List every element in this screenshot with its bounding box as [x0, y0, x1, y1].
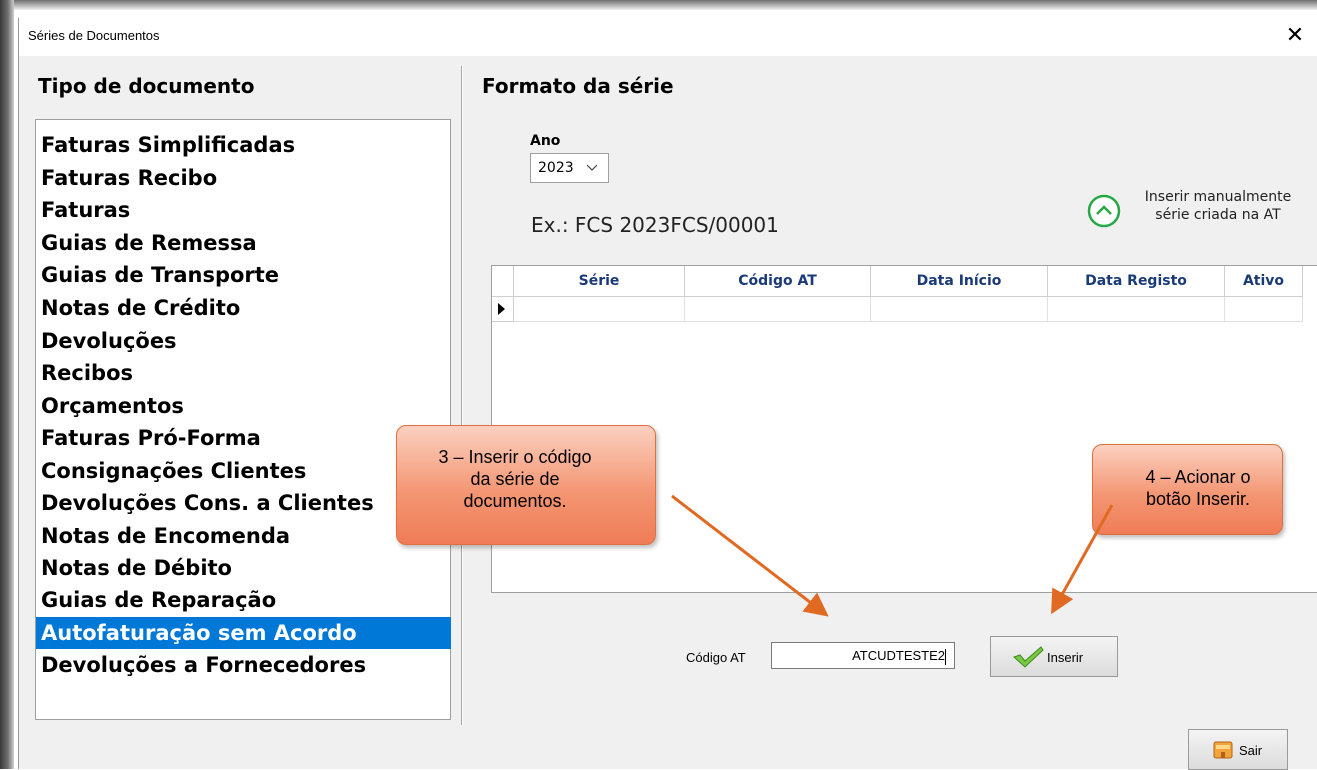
sair-label: Sair	[1239, 743, 1263, 758]
sair-button[interactable]: Sair	[1188, 729, 1288, 770]
doc-type-item[interactable]: Guias de Transporte	[36, 259, 450, 291]
doc-type-heading: Tipo de documento	[38, 74, 255, 98]
grid-cell[interactable]	[871, 297, 1048, 322]
doc-type-item[interactable]: Notas de Débito	[36, 552, 450, 584]
doc-type-item[interactable]: Faturas Pró-Forma	[36, 422, 450, 454]
doc-type-item[interactable]: Faturas Recibo	[36, 162, 450, 194]
doc-type-item[interactable]: Orçamentos	[36, 390, 450, 422]
series-format-heading: Formato da série	[482, 74, 674, 98]
doc-type-item[interactable]: Devoluções	[36, 325, 450, 357]
manual-insert-line2: série criada na AT	[1155, 207, 1281, 223]
grid-cell[interactable]	[514, 297, 685, 322]
grid-header: Série Código AT Data Início Data Registo…	[492, 266, 1303, 297]
inserir-button[interactable]: Inserir	[990, 636, 1118, 677]
grid-header-corner	[492, 266, 514, 297]
window-shadow-left	[0, 0, 14, 769]
year-value: 2023	[538, 160, 574, 176]
window-shadow-top	[0, 0, 1317, 10]
series-example: Ex.: FCS 2023FCS/00001	[531, 213, 779, 237]
codigo-at-label: Código AT	[686, 650, 746, 665]
grid-header-serie[interactable]: Série	[514, 266, 685, 297]
grid-header-ativo[interactable]: Ativo	[1225, 266, 1303, 297]
doc-type-item[interactable]: Devoluções a Fornecedores	[36, 649, 450, 681]
doc-type-item[interactable]: Faturas Simplificadas	[36, 129, 450, 161]
manual-insert-line1: Inserir manualmente	[1144, 189, 1292, 205]
inserir-label: Inserir	[1047, 650, 1084, 665]
text-caret	[945, 648, 946, 665]
doc-type-item[interactable]: Guias de Remessa	[36, 227, 450, 259]
callout-step-3-line3: documentos.	[463, 491, 567, 511]
exit-door-icon	[1213, 741, 1233, 759]
chevron-down-icon	[586, 159, 598, 178]
grid-cell[interactable]	[1225, 297, 1303, 322]
callout-step-3-line2: da série de	[470, 469, 560, 489]
grid-header-codigo-at[interactable]: Código AT	[685, 266, 871, 297]
manual-insert-label: Inserir manualmente série criada na AT	[1128, 188, 1308, 224]
close-icon[interactable]: ✕	[1272, 20, 1317, 52]
callout-step-4-line2: botão Inserir.	[1145, 489, 1251, 509]
codigo-at-input[interactable]: ATCUDTESTE2	[771, 642, 955, 669]
manual-insert-toggle[interactable]: Inserir manualmente série criada na AT	[1086, 188, 1312, 236]
callout-step-4-text: 4 – Acionar o botão Inserir.	[1113, 466, 1283, 510]
grid-cell[interactable]	[1048, 297, 1225, 322]
codigo-at-value: ATCUDTESTE2	[852, 648, 945, 663]
callout-step-4: 4 – Acionar o botão Inserir.	[1092, 444, 1283, 535]
grid-header-data-registo[interactable]: Data Registo	[1048, 266, 1225, 297]
callout-step-3-text: 3 – Inserir o código da série de documen…	[405, 446, 625, 512]
panel-divider-highlight	[462, 66, 463, 725]
doc-type-item-selected[interactable]: Autofaturação sem Acordo	[36, 617, 451, 649]
year-select[interactable]: 2023	[530, 153, 609, 183]
chevron-up-circle-icon	[1087, 194, 1121, 228]
doc-type-item[interactable]: Guias de Reparação	[36, 584, 450, 616]
year-label: Ano	[530, 133, 561, 149]
doc-type-item[interactable]: Consignações Clientes	[36, 455, 450, 487]
callout-step-4-line1: 4 – Acionar o	[1145, 467, 1251, 487]
grid-header-data-inicio[interactable]: Data Início	[871, 266, 1048, 297]
series-dialog: Séries de Documentos ✕ Tipo de documento…	[18, 18, 1317, 770]
doc-type-item[interactable]: Recibos	[36, 357, 450, 389]
grid-cell[interactable]	[685, 297, 871, 322]
callout-step-3-line1: 3 – Inserir o código	[438, 447, 592, 467]
doc-type-item[interactable]: Notas de Crédito	[36, 292, 450, 324]
doc-type-item[interactable]: Devoluções Cons. a Clientes	[36, 487, 450, 519]
doc-type-list[interactable]: Faturas Simplificadas Faturas Recibo Fat…	[35, 119, 451, 720]
callout-step-3: 3 – Inserir o código da série de documen…	[396, 425, 656, 545]
window-title: Séries de Documentos	[28, 28, 160, 43]
title-bar: Séries de Documentos ✕	[19, 18, 1317, 56]
row-pointer-icon[interactable]	[492, 297, 514, 322]
checkmark-icon	[1013, 646, 1044, 668]
doc-type-item[interactable]: Notas de Encomenda	[36, 520, 450, 552]
doc-type-item[interactable]: Faturas	[36, 194, 450, 226]
